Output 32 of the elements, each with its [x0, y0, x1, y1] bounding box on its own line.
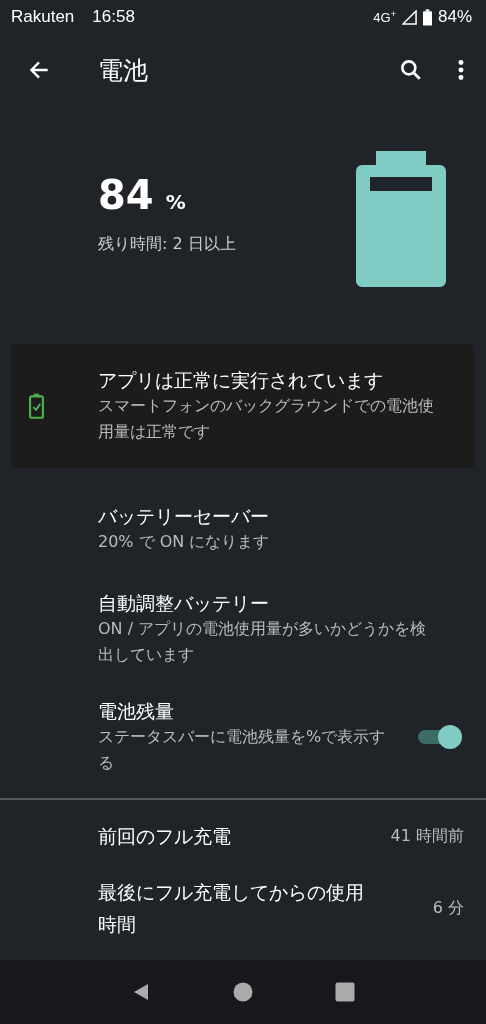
status-card[interactable]: アプリは正常に実行されています スマートフォンのバックグラウンドでの電池使用量は正常です [11, 344, 474, 468]
recents-icon[interactable] [335, 982, 355, 1002]
usage-label: 最後にフル充電してからの使用時間 [98, 880, 365, 937]
setting-item[interactable]: 自動調整バッテリー ON / アプリの電池使用量が多いかどうかを検出しています [0, 590, 486, 668]
signal-icon [401, 9, 417, 25]
network-type: 4G$^{+}$ [373, 8, 396, 26]
battery-percent: 84 [98, 172, 154, 218]
page-title: 電池 [98, 54, 148, 87]
usage-value: 41 時間前 [390, 825, 464, 847]
battery-icon [356, 151, 446, 287]
card-title: アプリは正常に実行されています [98, 368, 384, 393]
usage-label: 前回のフル充電 [98, 824, 232, 849]
setting-item[interactable]: バッテリーセーバー 20% で ON になります [0, 498, 486, 560]
more-options-icon[interactable] [456, 57, 466, 83]
usage-value: 6 分 [432, 897, 464, 919]
card-description: スマートフォンのバックグラウンドでの電池使用量は正常です [98, 395, 435, 443]
setting-summary: ステータスバーに電池残量を%で表示する [98, 726, 387, 774]
setting-summary: 20% で ON になります [98, 531, 271, 553]
setting-title: 電池残量 [98, 699, 175, 724]
home-icon[interactable] [233, 982, 253, 1002]
battery-check-icon [29, 393, 44, 419]
battery-icon [422, 8, 432, 26]
setting-summary: ON / アプリの電池使用量が多いかどうかを検出しています [98, 618, 428, 666]
setting-item[interactable]: 電池残量 ステータスバーに電池残量を%で表示する [0, 698, 486, 776]
remaining-time: 残り時間: 2 日以上 [98, 234, 236, 255]
carrier-name: Rakuten [11, 7, 75, 27]
percent-sign: % [165, 190, 186, 214]
setting-title: 自動調整バッテリー [98, 591, 270, 616]
clock: 16:58 [92, 7, 135, 27]
battery-percentage: 84% [437, 7, 472, 27]
setting-title: バッテリーセーバー [98, 504, 270, 529]
toggle-switch[interactable] [416, 723, 462, 751]
